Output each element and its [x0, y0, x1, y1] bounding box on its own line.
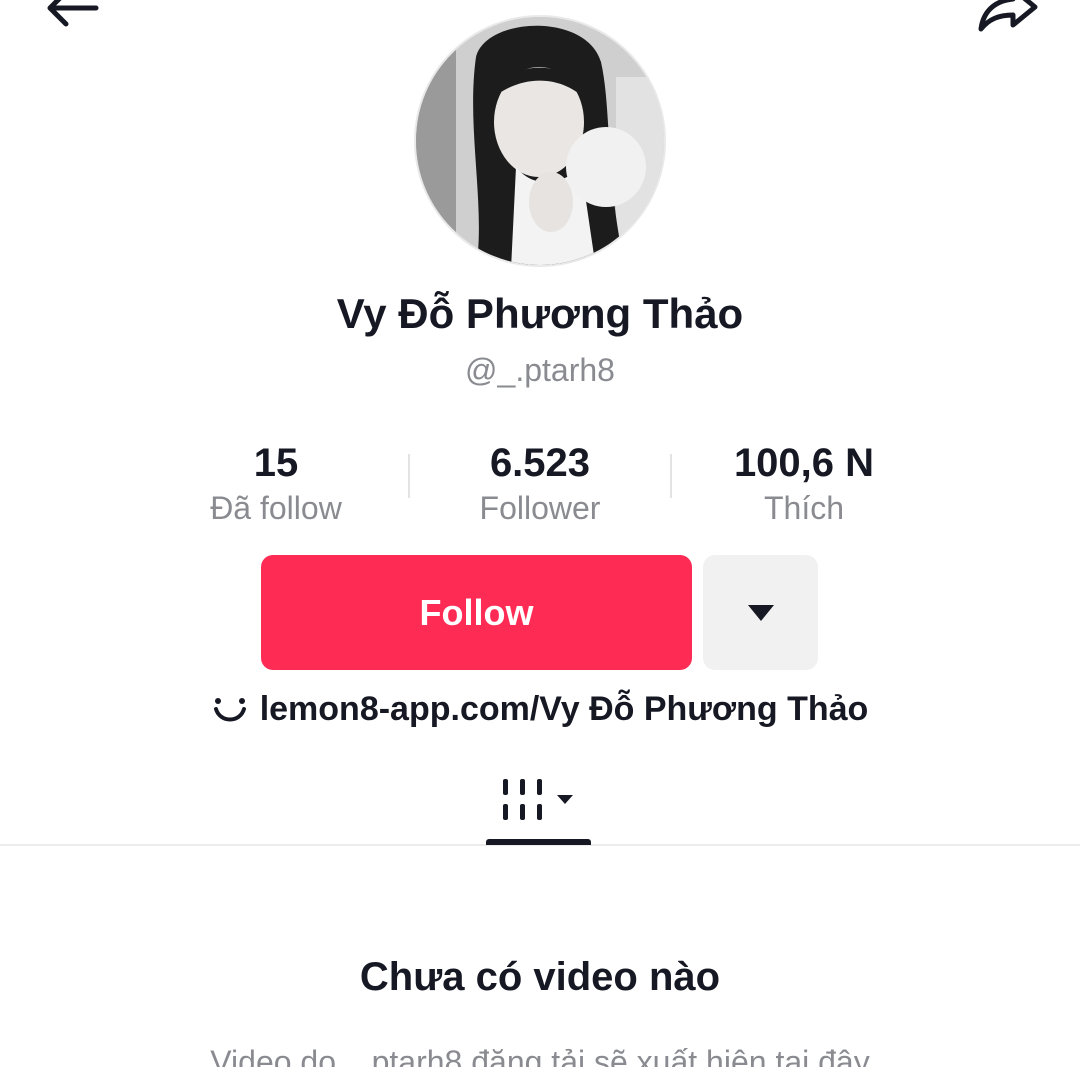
username: @_.ptarh8: [465, 352, 615, 388]
arrow-left-icon: [47, 0, 99, 27]
followers-label: Follower: [479, 490, 601, 526]
display-name: Vy Đỗ Phương Thảo: [336, 290, 744, 337]
bio-link[interactable]: lemon8-app.com/Vy Đỗ Phương Thảo: [0, 690, 1080, 729]
stat-divider: [408, 454, 410, 498]
follow-button[interactable]: Follow: [261, 555, 692, 670]
profile-photo: [416, 17, 664, 265]
avatar[interactable]: [414, 15, 666, 267]
stats-row: 15 Đã follow 6.523 Follower 100,6 N Thíc…: [144, 440, 936, 530]
share-button[interactable]: [968, 0, 1048, 38]
following-label: Đã follow: [210, 490, 342, 526]
back-button[interactable]: [30, 0, 110, 38]
active-tab-indicator: [486, 839, 591, 845]
content-tabs: [0, 760, 1080, 846]
share-arrow-icon: [978, 0, 1038, 32]
more-options-button[interactable]: [703, 555, 818, 670]
stat-followers[interactable]: 6.523 Follower: [408, 440, 672, 530]
stat-following[interactable]: 15 Đã follow: [144, 440, 408, 530]
tab-videos[interactable]: [487, 760, 591, 844]
empty-state-description: Video do _.ptarh8 đăng tải sẽ xuất hiện …: [210, 1044, 870, 1067]
empty-state-title: Chưa có video nào: [359, 955, 721, 999]
following-count: 15: [253, 441, 299, 485]
grid-lines-icon: [503, 779, 573, 820]
smile-icon: [212, 695, 248, 725]
stat-likes[interactable]: 100,6 N Thích: [672, 440, 936, 530]
likes-label: Thích: [763, 490, 845, 526]
caret-down-icon: [747, 604, 774, 621]
likes-count: 100,6 N: [733, 441, 875, 485]
bio-link-text: lemon8-app.com/Vy Đỗ Phương Thảo: [259, 690, 869, 728]
followers-count: 6.523: [489, 441, 591, 485]
